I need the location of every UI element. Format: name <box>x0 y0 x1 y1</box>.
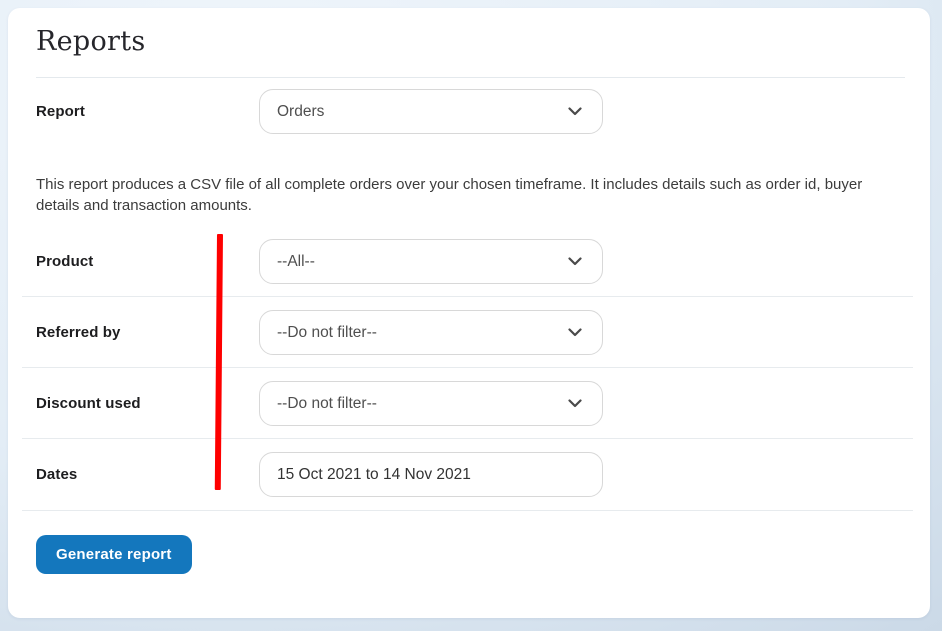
discount-used-field-row: Discount used --Do not filter-- <box>36 381 913 426</box>
dates-input[interactable] <box>259 452 603 497</box>
page-title: Reports <box>36 26 146 57</box>
report-select[interactable]: Orders <box>259 89 603 134</box>
product-field-row: Product --All-- <box>36 239 913 284</box>
reports-panel: Reports Report Orders This report produc… <box>8 8 930 618</box>
chevron-down-icon <box>568 257 582 266</box>
divider <box>22 367 913 368</box>
report-field-row: Report Orders <box>36 89 913 134</box>
divider <box>22 510 913 511</box>
report-select-value: Orders <box>277 102 325 120</box>
referred-by-select-value: --Do not filter-- <box>277 323 377 341</box>
generate-report-button[interactable]: Generate report <box>36 535 192 574</box>
product-select[interactable]: --All-- <box>259 239 603 284</box>
product-label: Product <box>36 253 94 270</box>
referred-by-field-row: Referred by --Do not filter-- <box>36 310 913 355</box>
divider <box>22 296 913 297</box>
chevron-down-icon <box>568 107 582 116</box>
referred-by-select[interactable]: --Do not filter-- <box>259 310 603 355</box>
dates-field-row: Dates <box>36 452 913 497</box>
divider <box>36 77 905 78</box>
product-select-value: --All-- <box>277 252 315 270</box>
report-label: Report <box>36 103 85 120</box>
report-description: This report produces a CSV file of all c… <box>36 176 863 214</box>
chevron-down-icon <box>568 328 582 337</box>
referred-by-label: Referred by <box>36 324 121 341</box>
discount-used-select[interactable]: --Do not filter-- <box>259 381 603 426</box>
chevron-down-icon <box>568 399 582 408</box>
dates-label: Dates <box>36 466 78 483</box>
discount-used-select-value: --Do not filter-- <box>277 394 377 412</box>
divider <box>22 438 913 439</box>
discount-used-label: Discount used <box>36 395 141 412</box>
